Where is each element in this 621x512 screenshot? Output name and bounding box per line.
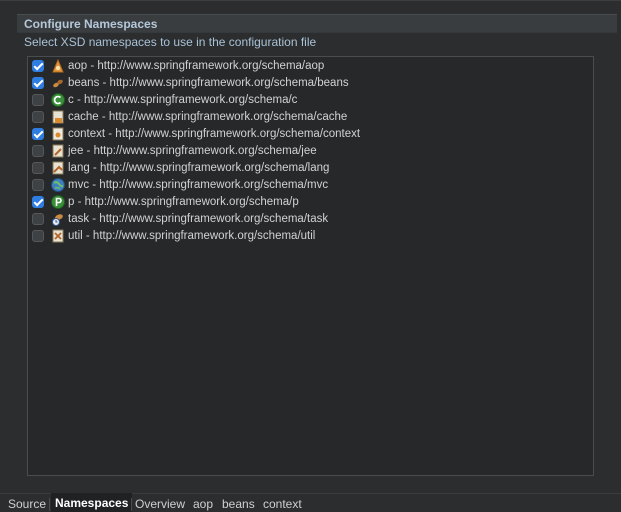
namespace-row-context[interactable]: context - http://www.springframework.org… xyxy=(28,126,588,143)
checkbox-jee[interactable] xyxy=(32,145,44,157)
namespace-row-c[interactable]: c - http://www.springframework.org/schem… xyxy=(28,92,588,109)
namespace-row-p[interactable]: p - http://www.springframework.org/schem… xyxy=(28,194,588,211)
tab-overview[interactable]: Overview xyxy=(135,497,185,512)
namespace-label: beans - http://www.springframework.org/s… xyxy=(68,77,349,89)
tab-beans[interactable]: beans xyxy=(222,497,255,512)
namespace-label: mvc - http://www.springframework.org/sch… xyxy=(68,179,329,191)
checkbox-mvc[interactable] xyxy=(32,179,44,191)
section-description: Select XSD namespaces to use in the conf… xyxy=(24,35,317,49)
context-icon xyxy=(52,127,64,141)
cache-icon xyxy=(52,110,64,124)
checkbox-c[interactable] xyxy=(32,94,44,106)
namespace-row-beans[interactable]: beans - http://www.springframework.org/s… xyxy=(28,75,588,92)
checkbox-context[interactable] xyxy=(32,128,44,140)
task-icon xyxy=(52,214,63,226)
section-title: Configure Namespaces xyxy=(24,17,158,31)
namespace-row-mvc[interactable]: mvc - http://www.springframework.org/sch… xyxy=(28,177,588,194)
namespaces-editor: Configure Namespaces Select XSD namespac… xyxy=(0,0,621,512)
namespace-label: task - http://www.springframework.org/sc… xyxy=(68,213,329,225)
checkbox-cache[interactable] xyxy=(32,111,44,123)
checkbox-p[interactable] xyxy=(32,196,44,208)
namespace-label: cache - http://www.springframework.org/s… xyxy=(68,111,348,123)
namespace-row-task[interactable]: task - http://www.springframework.org/sc… xyxy=(28,211,588,228)
namespace-row-cache[interactable]: cache - http://www.springframework.org/s… xyxy=(28,109,588,126)
namespace-list[interactable]: aop - http://www.springframework.org/sch… xyxy=(27,56,594,476)
editor-tab-bar: Source Namespaces Overview aop beans con… xyxy=(0,493,621,512)
namespace-label: p - http://www.springframework.org/schem… xyxy=(68,196,299,208)
aop-icon xyxy=(52,58,64,73)
namespace-row-jee[interactable]: jee - http://www.springframework.org/sch… xyxy=(28,143,588,160)
namespace-label: c - http://www.springframework.org/schem… xyxy=(68,94,298,106)
util-icon xyxy=(52,229,64,243)
tab-context[interactable]: context xyxy=(263,497,302,512)
namespace-label: context - http://www.springframework.org… xyxy=(68,128,361,140)
checkbox-beans[interactable] xyxy=(32,77,44,89)
checkbox-aop[interactable] xyxy=(32,60,44,72)
tab-separator xyxy=(49,498,50,511)
tab-aop[interactable]: aop xyxy=(193,497,213,512)
mvc-globe-icon xyxy=(51,178,65,192)
namespace-row-util[interactable]: util - http://www.springframework.org/sc… xyxy=(28,228,588,245)
c-namespace-icon xyxy=(51,93,65,107)
jee-icon xyxy=(52,144,64,158)
checkbox-util[interactable] xyxy=(32,230,44,242)
beans-icon xyxy=(53,79,63,88)
namespace-label: lang - http://www.springframework.org/sc… xyxy=(68,162,330,174)
lang-icon xyxy=(52,161,64,175)
checkbox-lang[interactable] xyxy=(32,162,44,174)
p-namespace-icon xyxy=(51,195,65,209)
namespace-label: aop - http://www.springframework.org/sch… xyxy=(68,60,325,72)
namespace-label: jee - http://www.springframework.org/sch… xyxy=(68,145,317,157)
namespace-label: util - http://www.springframework.org/sc… xyxy=(68,230,316,242)
tab-source[interactable]: Source xyxy=(8,497,46,512)
checkbox-task[interactable] xyxy=(32,213,44,225)
namespace-row-aop[interactable]: aop - http://www.springframework.org/sch… xyxy=(28,58,588,75)
tab-namespaces[interactable]: Namespaces xyxy=(51,493,133,512)
tab-separator xyxy=(131,498,132,511)
section-header: Configure Namespaces xyxy=(17,14,617,33)
namespace-row-lang[interactable]: lang - http://www.springframework.org/sc… xyxy=(28,160,588,177)
